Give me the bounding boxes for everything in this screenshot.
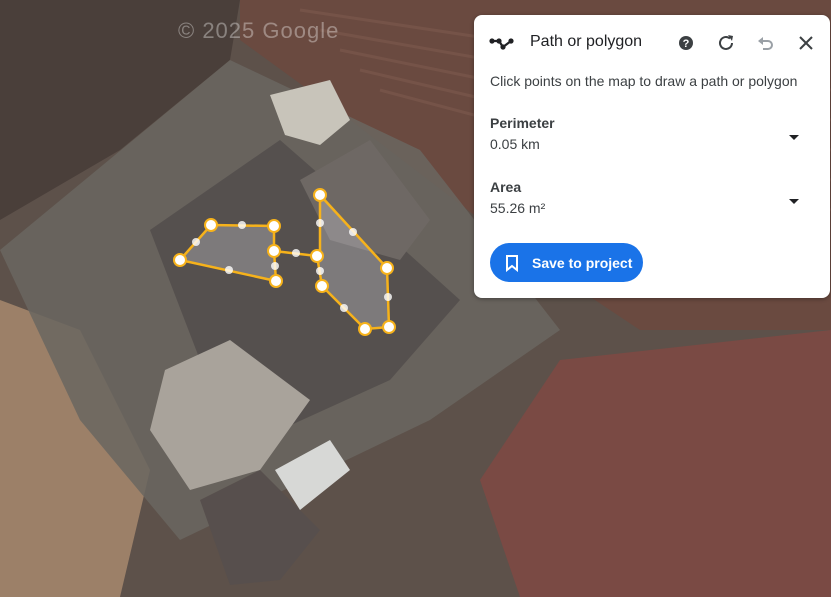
save-to-project-button[interactable]: Save to project [490, 243, 643, 282]
midpoint-handle[interactable] [340, 304, 348, 312]
midpoint-handle[interactable] [292, 249, 300, 257]
midpoint-handle[interactable] [349, 228, 357, 236]
save-button-label: Save to project [532, 254, 633, 271]
midpoint-handle[interactable] [192, 238, 200, 246]
close-icon [799, 36, 813, 50]
midpoint-handle[interactable] [271, 262, 279, 270]
vertex-handle[interactable] [269, 274, 283, 288]
map-watermark: © 2025 Google [178, 18, 340, 43]
midpoint-handle[interactable] [225, 266, 233, 274]
undo-icon [758, 37, 773, 50]
midpoint-handle[interactable] [316, 267, 324, 275]
area-label: Area [490, 179, 522, 195]
area-unit-dropdown[interactable] [784, 191, 804, 211]
bookmark-icon [506, 254, 518, 272]
help-button[interactable]: ? [672, 29, 700, 57]
vertex-handle[interactable] [310, 249, 324, 263]
area-section: Area 55.26 m² [490, 179, 810, 216]
vertex-handle[interactable] [315, 279, 329, 293]
midpoint-handle[interactable] [238, 221, 246, 229]
vertex-handle[interactable] [358, 322, 372, 336]
perimeter-value: 0.05 km [490, 136, 540, 152]
perimeter-section: Perimeter 0.05 km [490, 115, 810, 152]
reset-button[interactable] [712, 29, 740, 57]
panel-header: Path or polygon ? [474, 15, 830, 71]
vertex-handle[interactable] [173, 253, 187, 267]
panel-title: Path or polygon [530, 33, 643, 50]
area-value: 55.26 m² [490, 200, 546, 216]
undo-button[interactable] [752, 29, 780, 57]
instruction-text: Click points on the map to draw a path o… [490, 73, 798, 89]
perimeter-unit-dropdown[interactable] [784, 127, 804, 147]
vertex-handle[interactable] [313, 188, 327, 202]
refresh-icon [719, 35, 733, 50]
vertex-handle[interactable] [380, 261, 394, 275]
vertex-handle[interactable] [267, 244, 281, 258]
measure-panel: Path or polygon ? Click points on the ma… [474, 15, 830, 298]
path-polygon-icon [489, 38, 514, 50]
vertex-handle[interactable] [204, 218, 218, 232]
midpoint-handle[interactable] [384, 293, 392, 301]
midpoint-handle[interactable] [316, 219, 324, 227]
svg-text:?: ? [683, 38, 690, 50]
vertex-handle[interactable] [267, 219, 281, 233]
help-icon: ? [679, 36, 693, 50]
vertex-handle[interactable] [382, 320, 396, 334]
close-button[interactable] [792, 29, 820, 57]
perimeter-label: Perimeter [490, 115, 555, 131]
